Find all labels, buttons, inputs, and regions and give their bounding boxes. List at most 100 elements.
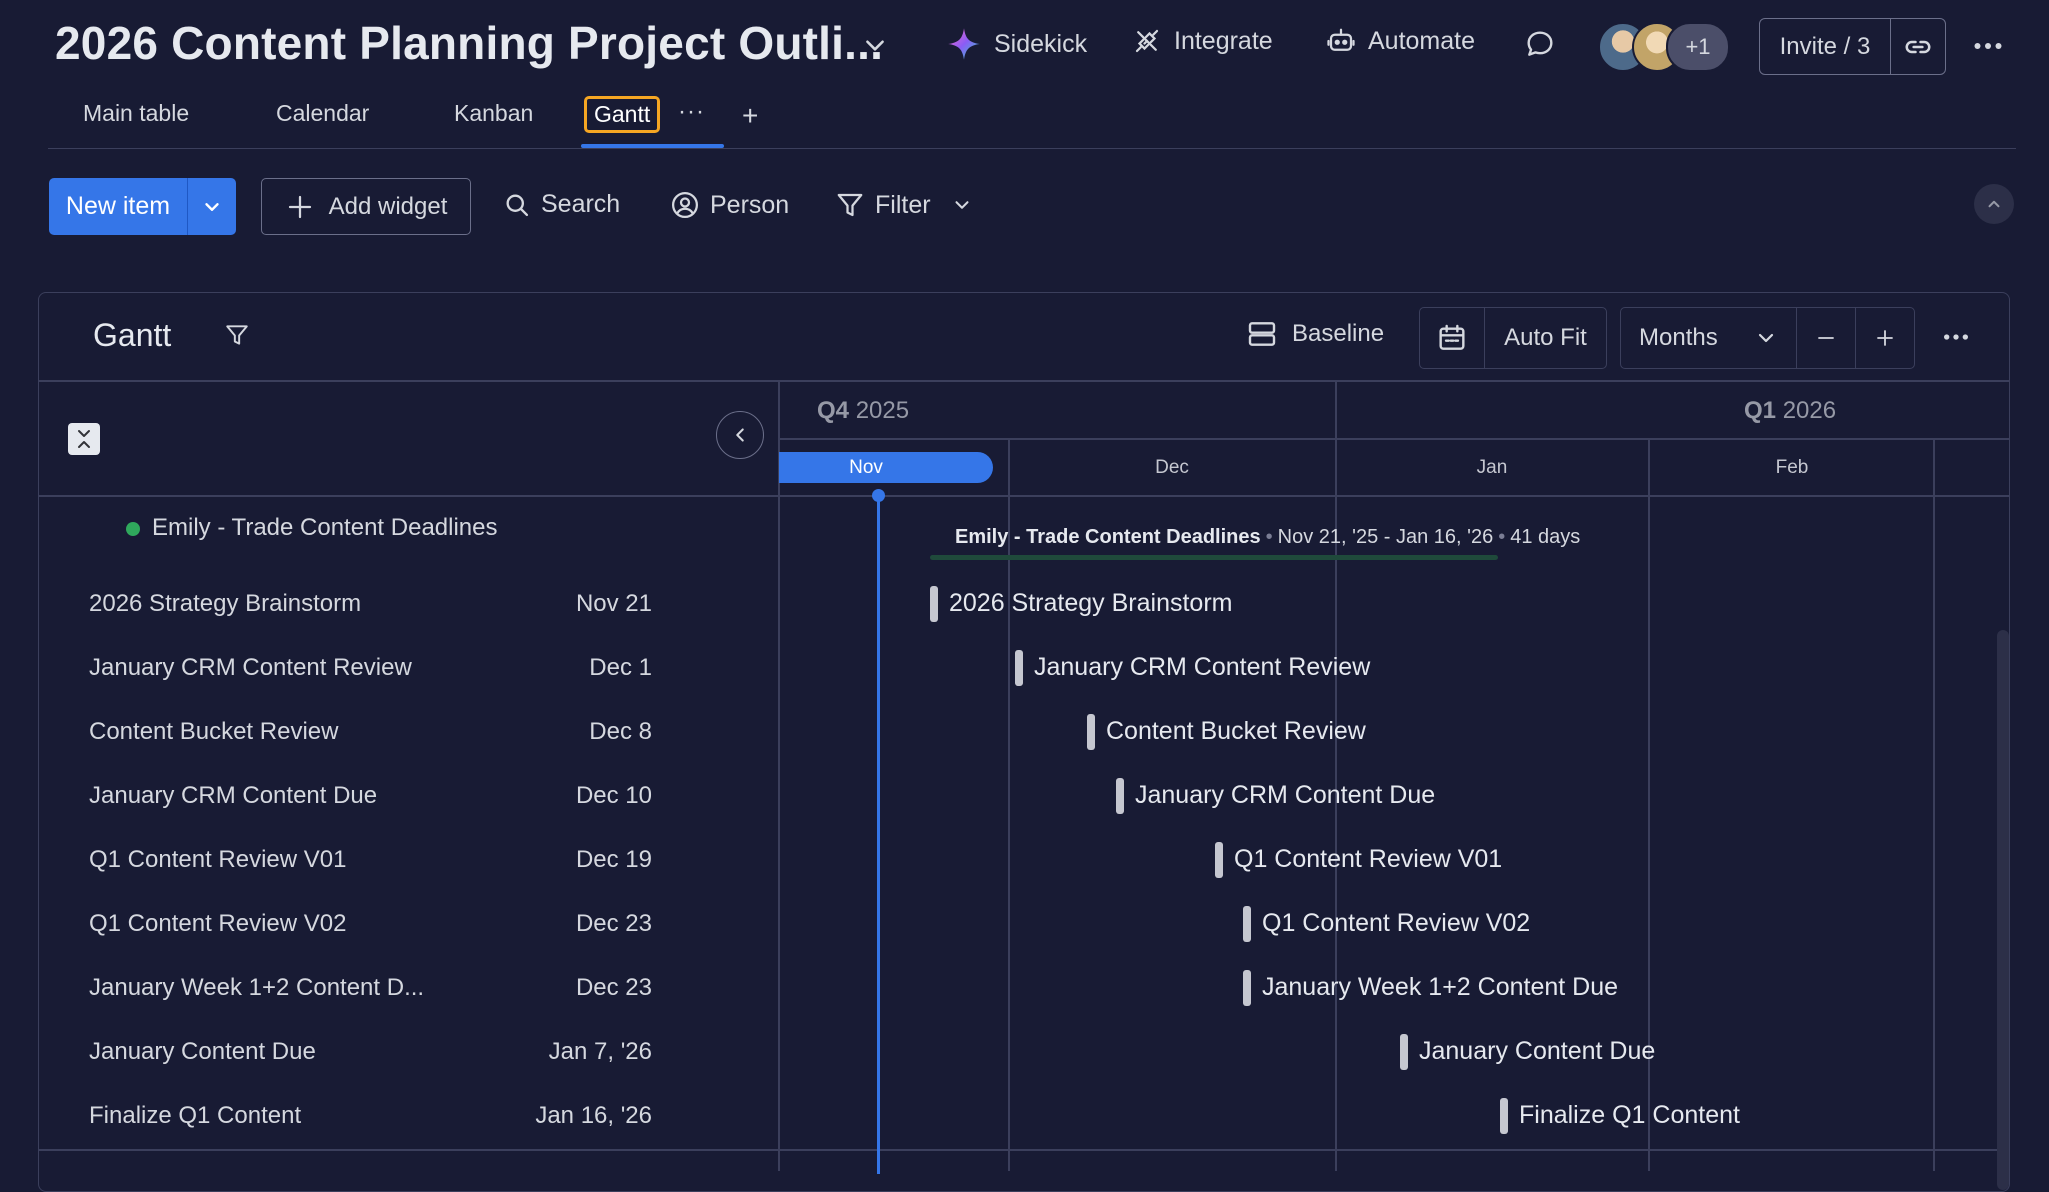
chevron-down-icon[interactable] xyxy=(951,194,973,216)
group-bar-label: Emily - Trade Content Deadlines • Nov 21, … xyxy=(955,526,1581,548)
collapse-header-button[interactable] xyxy=(1974,184,2014,224)
board-title[interactable]: 2026 Content Planning Project Outli... xyxy=(55,16,883,70)
item-name[interactable]: January Content Due xyxy=(89,1038,316,1066)
baseline-button[interactable]: Baseline xyxy=(1246,318,1384,350)
add-view-button[interactable]: + xyxy=(742,100,758,132)
person-label: Person xyxy=(710,190,790,219)
item-name[interactable]: January CRM Content Due xyxy=(89,782,377,810)
chevron-down-icon xyxy=(1754,326,1778,350)
tab-more-options[interactable]: ··· xyxy=(678,98,705,126)
milestone-label: January Content Due xyxy=(1419,1037,1656,1065)
milestone-label: Content Bucket Review xyxy=(1106,717,1366,745)
item-date[interactable]: Dec 8 xyxy=(589,718,652,746)
item-date[interactable]: Jan 16, '26 xyxy=(535,1102,652,1130)
milestone-label: Q1 Content Review V01 xyxy=(1234,845,1503,873)
item-date[interactable]: Dec 10 xyxy=(576,782,652,810)
item-date[interactable]: Dec 1 xyxy=(589,654,652,682)
collapse-all-button[interactable] xyxy=(68,423,100,455)
integrate-button[interactable]: Integrate xyxy=(1132,26,1273,56)
month-label-feb: Feb xyxy=(1775,457,1809,478)
item-name[interactable]: Q1 Content Review V02 xyxy=(89,910,346,938)
milestone-marker[interactable] xyxy=(1500,1098,1508,1134)
tabs-divider xyxy=(48,148,2016,149)
plug-icon xyxy=(1132,26,1162,56)
tab-kanban[interactable]: Kanban xyxy=(454,100,533,127)
filter-button[interactable]: Filter xyxy=(835,190,973,220)
zoom-controls: Months xyxy=(1620,307,1915,369)
item-date[interactable]: Nov 21 xyxy=(576,590,652,618)
tab-main-table[interactable]: Main table xyxy=(83,100,189,127)
filter-icon[interactable] xyxy=(224,322,250,348)
milestone-label: January CRM Content Review xyxy=(1034,653,1371,681)
vertical-scrollbar[interactable] xyxy=(1997,630,2009,1190)
month-label-nov: Nov xyxy=(849,457,883,478)
tab-gantt[interactable]: Gantt xyxy=(584,96,661,133)
chevron-down-icon[interactable] xyxy=(862,32,888,58)
person-icon xyxy=(670,190,700,220)
item-name[interactable]: Q1 Content Review V01 xyxy=(89,846,346,874)
quarter-label: Q1 2026 xyxy=(1744,397,1837,424)
avatar-more-count[interactable]: +1 xyxy=(1666,22,1730,72)
more-options-icon[interactable] xyxy=(1940,328,1972,346)
new-item-dropdown[interactable] xyxy=(188,178,236,235)
baseline-icon xyxy=(1246,318,1278,350)
today-line xyxy=(877,494,880,1174)
milestone-label: 2026 Strategy Brainstorm xyxy=(949,589,1233,617)
group-bar-name: Emily - Trade Content Deadlines xyxy=(955,526,1261,548)
baseline-label: Baseline xyxy=(1292,320,1385,347)
search-icon xyxy=(503,191,531,219)
item-name[interactable]: January Week 1+2 Content D... xyxy=(89,974,424,1002)
month-gridline xyxy=(1933,438,1935,1171)
search-button[interactable]: Search xyxy=(503,190,620,219)
automate-label: Automate xyxy=(1368,26,1476,55)
group-name[interactable]: Emily - Trade Content Deadlines xyxy=(152,514,498,542)
item-name[interactable]: January CRM Content Review xyxy=(89,654,412,682)
item-date[interactable]: Dec 23 xyxy=(576,974,652,1002)
milestone-marker[interactable] xyxy=(1116,778,1124,814)
board-members[interactable]: +1 xyxy=(1598,22,1730,72)
milestone-marker[interactable] xyxy=(1243,906,1251,942)
milestone-label: Finalize Q1 Content xyxy=(1519,1101,1740,1129)
timescale-select[interactable]: Months xyxy=(1621,308,1797,368)
new-item-button[interactable]: New item xyxy=(49,178,188,235)
add-widget-button[interactable]: Add widget xyxy=(261,178,471,235)
milestone-marker[interactable] xyxy=(1015,650,1023,686)
header-divider xyxy=(39,380,2009,382)
month-label-jan: Jan xyxy=(1476,457,1508,478)
more-options-icon[interactable] xyxy=(1970,28,2006,64)
widget-title: Gantt xyxy=(93,317,172,353)
item-date[interactable]: Dec 23 xyxy=(576,910,652,938)
zoom-in-button[interactable] xyxy=(1856,308,1914,368)
chat-bubble-icon[interactable] xyxy=(1524,28,1556,60)
copy-link-icon[interactable] xyxy=(1891,19,1945,74)
today-marker xyxy=(872,489,885,502)
collapse-sidebar-button[interactable] xyxy=(716,411,764,459)
milestone-marker[interactable] xyxy=(1400,1034,1408,1070)
group-date-range: Nov 21, '25 - Jan 16, '26 xyxy=(1277,526,1494,548)
group-bar[interactable] xyxy=(930,555,1498,560)
auto-fit-button[interactable]: Auto Fit xyxy=(1485,308,1606,368)
month-label-dec: Dec xyxy=(1155,457,1189,478)
zoom-out-button[interactable] xyxy=(1797,308,1856,368)
milestone-marker[interactable] xyxy=(1087,714,1095,750)
quarter-divider xyxy=(779,438,2009,440)
milestone-marker[interactable] xyxy=(1215,842,1223,878)
tab-calendar[interactable]: Calendar xyxy=(276,100,369,127)
milestone-marker[interactable] xyxy=(930,586,938,622)
invite-button[interactable]: Invite / 3 xyxy=(1760,19,1891,74)
milestone-marker[interactable] xyxy=(1243,970,1251,1006)
item-name[interactable]: 2026 Strategy Brainstorm xyxy=(89,590,361,618)
quarter-gridline xyxy=(1335,380,1337,1171)
timeline-header-divider xyxy=(39,495,2009,497)
item-date[interactable]: Dec 19 xyxy=(576,846,652,874)
integrate-label: Integrate xyxy=(1174,26,1273,55)
item-name[interactable]: Content Bucket Review xyxy=(89,718,338,746)
table-bottom-divider xyxy=(39,1149,2009,1151)
person-filter-button[interactable]: Person xyxy=(670,190,789,220)
item-date[interactable]: Jan 7, '26 xyxy=(549,1038,652,1066)
autofit-group: Auto Fit xyxy=(1419,307,1607,369)
calendar-icon[interactable] xyxy=(1420,308,1485,368)
automate-button[interactable]: Automate xyxy=(1326,26,1475,56)
sidekick-button[interactable]: Sidekick xyxy=(946,26,1087,62)
item-name[interactable]: Finalize Q1 Content xyxy=(89,1102,301,1130)
